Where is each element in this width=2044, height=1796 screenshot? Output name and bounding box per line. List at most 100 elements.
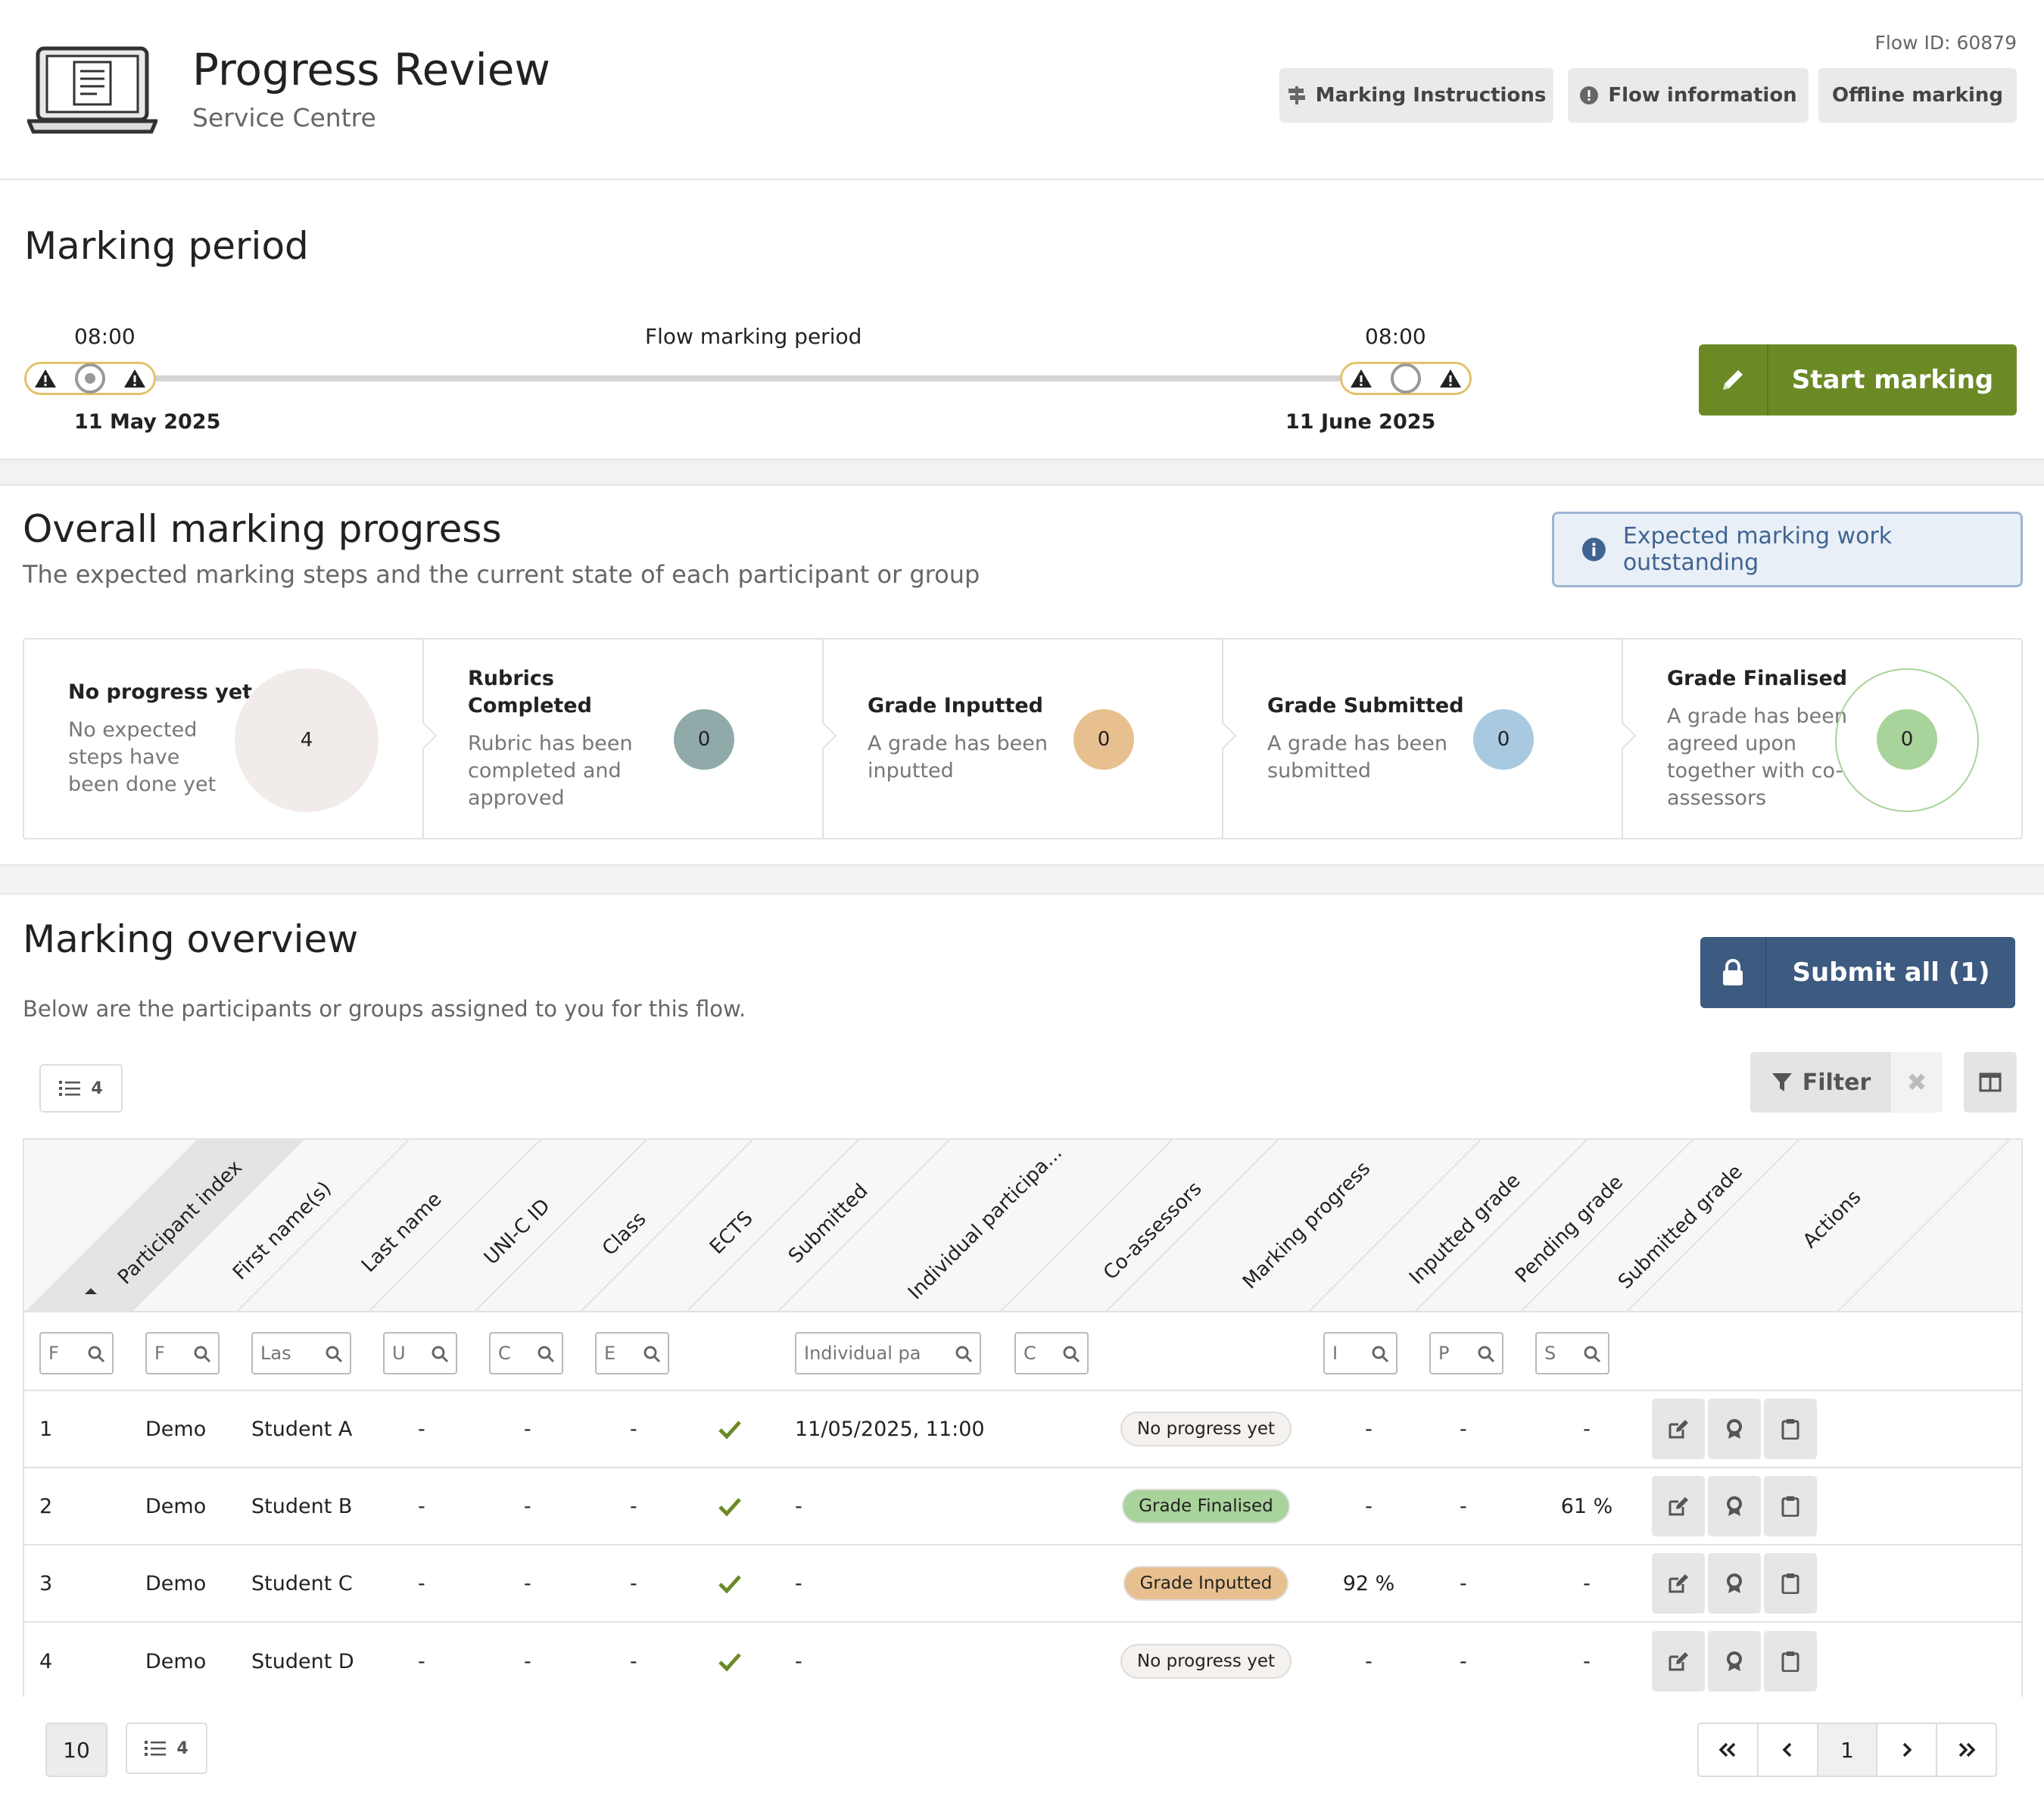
submit-all-label: Submit all (1)	[1792, 957, 1990, 988]
filter-submitted-grade-input[interactable]	[1535, 1332, 1609, 1374]
cell-first-name: Demo	[145, 1571, 207, 1595]
progress-card-no-progress: No progress yet No expected steps have b…	[24, 640, 438, 838]
cell-index: 4	[39, 1649, 53, 1673]
award-icon	[1727, 1419, 1742, 1439]
card-count: 4	[235, 668, 379, 812]
filter-uni-c-id-input[interactable]	[383, 1332, 457, 1374]
progress-card-grade-finalised: Grade Finalised A grade has been agreed …	[1623, 640, 2021, 838]
exclamation-circle-icon	[1580, 86, 1599, 104]
total-count: 4	[176, 1738, 189, 1758]
cell-first-name: Demo	[145, 1649, 207, 1673]
filter-co-assessors-input[interactable]	[1014, 1332, 1089, 1374]
search-icon	[88, 1346, 105, 1363]
cell-uni-c-id: -	[418, 1417, 425, 1441]
filter-pending-grade-input[interactable]	[1429, 1332, 1503, 1374]
page-subtitle: Service Centre	[192, 103, 376, 132]
cell-class: -	[524, 1494, 531, 1518]
clear-filter-button[interactable]: ✖	[1891, 1052, 1943, 1113]
notes-button[interactable]	[1764, 1631, 1817, 1692]
search-icon	[1584, 1346, 1601, 1363]
last-page-button[interactable]	[1937, 1724, 1996, 1776]
rubric-button[interactable]	[1708, 1631, 1761, 1692]
rubric-button[interactable]	[1708, 1399, 1761, 1459]
page-size-select[interactable]: 10	[45, 1723, 107, 1777]
cell-index: 2	[39, 1494, 53, 1518]
notes-button[interactable]	[1764, 1399, 1817, 1459]
marking-period-heading: Marking period	[24, 224, 309, 268]
card-title: Grade Inputted	[868, 694, 1044, 717]
edit-button[interactable]	[1652, 1399, 1705, 1459]
filter-first-name-input[interactable]	[145, 1332, 220, 1374]
table-header: Participant index First name(s) Last nam…	[24, 1140, 2021, 1312]
cell-submitted-date: -	[795, 1649, 802, 1673]
rubric-button[interactable]	[1708, 1476, 1761, 1536]
table-row: 2 Demo Student B - - - - - - 61 % Grade Finalised	[24, 1468, 2021, 1545]
cell-ects: -	[630, 1571, 637, 1595]
pencil-icon	[1723, 370, 1743, 390]
rubric-button[interactable]	[1708, 1553, 1761, 1614]
cell-last-name: Student D	[251, 1649, 354, 1673]
card-description: No expected steps have been done yet	[68, 718, 217, 796]
offline-marking-button[interactable]: Offline marking	[1818, 68, 2017, 123]
edit-button[interactable]	[1652, 1476, 1705, 1536]
current-page-button[interactable]: 1	[1818, 1724, 1878, 1776]
status-badge: Grade Finalised	[1122, 1489, 1290, 1524]
filter-index-input[interactable]	[39, 1332, 114, 1374]
cell-first-name: Demo	[145, 1494, 207, 1518]
end-marker	[1340, 362, 1472, 395]
columns-icon	[1979, 1072, 2002, 1092]
clipboard-icon	[1781, 1419, 1799, 1440]
search-icon	[1063, 1346, 1080, 1363]
filter-button[interactable]: Filter	[1750, 1052, 1891, 1113]
chevron-right-icon	[1902, 1742, 1912, 1757]
row-count-button[interactable]: 4	[39, 1064, 123, 1113]
notes-button[interactable]	[1764, 1553, 1817, 1614]
start-marker	[24, 362, 156, 395]
columns-button[interactable]	[1964, 1052, 2017, 1113]
cell-index: 1	[39, 1417, 53, 1441]
card-count: 0	[1877, 709, 1937, 770]
clipboard-icon	[1781, 1651, 1799, 1672]
filter-label: Filter	[1802, 1069, 1871, 1096]
edit-button[interactable]	[1652, 1553, 1705, 1614]
cell-submitted-grade: 61 %	[1560, 1494, 1613, 1518]
expected-work-info: Expected marking work outstanding	[1552, 512, 2023, 587]
cell-ects: -	[630, 1649, 637, 1673]
flow-information-label: Flow information	[1608, 84, 1797, 107]
start-marking-button[interactable]: Start marking	[1699, 344, 2017, 416]
overview-description: Below are the participants or groups ass…	[23, 996, 746, 1022]
warning-icon	[124, 369, 145, 388]
first-page-button[interactable]	[1699, 1724, 1759, 1776]
edit-button[interactable]	[1652, 1631, 1705, 1692]
filter-individual-participation-input[interactable]	[795, 1332, 981, 1374]
chevron-left-icon	[1782, 1742, 1792, 1757]
marking-instructions-button[interactable]: Marking Instructions	[1279, 68, 1553, 123]
start-date: 11 May 2025	[74, 410, 221, 434]
search-icon	[537, 1346, 555, 1363]
edit-icon	[1669, 1420, 1688, 1439]
submit-all-button[interactable]: Submit all (1)	[1700, 937, 2015, 1008]
filter-inputted-grade-input[interactable]	[1323, 1332, 1397, 1374]
previous-page-button[interactable]	[1759, 1724, 1818, 1776]
filter-ects-input[interactable]	[595, 1332, 669, 1374]
row-count: 4	[91, 1079, 103, 1098]
edit-icon	[1669, 1652, 1688, 1671]
next-page-button[interactable]	[1877, 1724, 1938, 1776]
cell-inputted-grade: -	[1365, 1417, 1373, 1441]
filter-class-input[interactable]	[489, 1332, 563, 1374]
cell-submitted-grade: -	[1583, 1417, 1591, 1441]
search-icon	[194, 1346, 211, 1363]
table-row: 4 Demo Student D - - - - - - - No progress yet	[24, 1623, 2021, 1700]
filter-last-name-input[interactable]	[251, 1332, 351, 1374]
notes-button[interactable]	[1764, 1476, 1817, 1536]
search-icon	[955, 1346, 973, 1363]
funnel-icon	[1771, 1073, 1792, 1091]
status-badge: No progress yet	[1120, 1644, 1292, 1679]
cell-submitted-grade: -	[1583, 1571, 1591, 1595]
flow-information-button[interactable]: Flow information	[1568, 68, 1809, 123]
filter-row	[24, 1312, 2021, 1391]
clipboard-icon	[1781, 1573, 1799, 1594]
timeline-track	[151, 375, 1348, 381]
cell-ects: -	[630, 1494, 637, 1518]
award-icon	[1727, 1496, 1742, 1516]
